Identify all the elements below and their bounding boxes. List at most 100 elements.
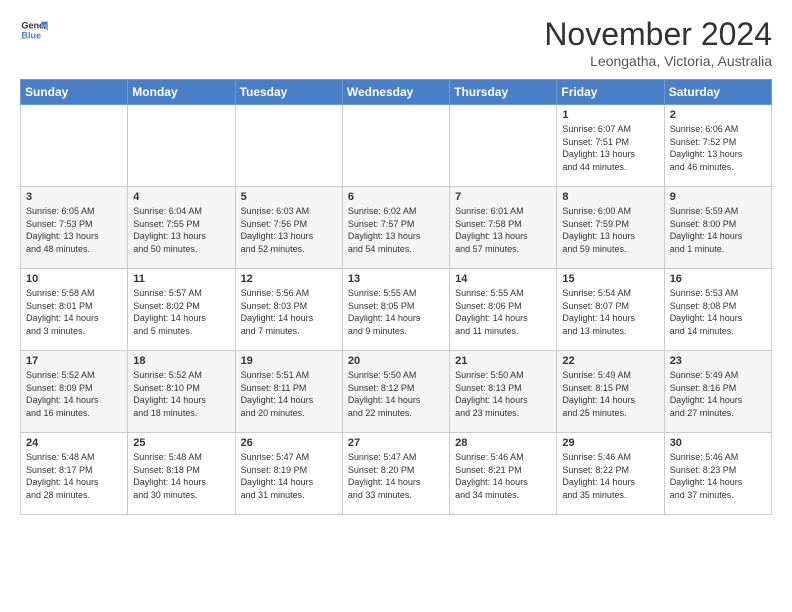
day-info: Sunrise: 5:58 AM Sunset: 8:01 PM Dayligh… xyxy=(26,287,122,337)
day-info: Sunrise: 5:47 AM Sunset: 8:19 PM Dayligh… xyxy=(241,451,337,501)
day-info: Sunrise: 5:51 AM Sunset: 8:11 PM Dayligh… xyxy=(241,369,337,419)
day-number: 12 xyxy=(241,273,337,285)
day-info: Sunrise: 5:52 AM Sunset: 8:09 PM Dayligh… xyxy=(26,369,122,419)
day-number: 24 xyxy=(26,437,122,449)
day-cell: 20 Sunrise: 5:50 AM Sunset: 8:12 PM Dayli… xyxy=(342,351,449,433)
day-info: Sunrise: 6:03 AM Sunset: 7:56 PM Dayligh… xyxy=(241,205,337,255)
day-number: 11 xyxy=(133,273,229,285)
day-cell: 15 Sunrise: 5:54 AM Sunset: 8:07 PM Dayli… xyxy=(557,269,664,351)
day-number: 21 xyxy=(455,355,551,367)
weekday-header-monday: Monday xyxy=(128,80,235,105)
day-cell: 4 Sunrise: 6:04 AM Sunset: 7:55 PM Daylig… xyxy=(128,187,235,269)
day-number: 1 xyxy=(562,109,658,121)
weekday-header-row: SundayMondayTuesdayWednesdayThursdayFrid… xyxy=(21,80,772,105)
day-number: 10 xyxy=(26,273,122,285)
day-number: 4 xyxy=(133,191,229,203)
day-cell: 7Sunrise: 6:01 AM Sunset: 7:58 PM Daylig… xyxy=(450,187,557,269)
day-number: 20 xyxy=(348,355,444,367)
day-number: 29 xyxy=(562,437,658,449)
weekday-header-wednesday: Wednesday xyxy=(342,80,449,105)
day-info: Sunrise: 5:55 AM Sunset: 8:06 PM Dayligh… xyxy=(455,287,551,337)
day-number: 18 xyxy=(133,355,229,367)
logo: General Blue xyxy=(20,16,48,44)
day-cell: 21 Sunrise: 5:50 AM Sunset: 8:13 PM Dayli… xyxy=(450,351,557,433)
day-number: 27 xyxy=(348,437,444,449)
day-cell: 16Sunrise: 5:53 AM Sunset: 8:08 PM Dayli… xyxy=(664,269,771,351)
day-info: Sunrise: 5:52 AM Sunset: 8:10 PM Dayligh… xyxy=(133,369,229,419)
day-cell: 23 Sunrise: 5:49 AM Sunset: 8:16 PM Dayli… xyxy=(664,351,771,433)
weekday-header-thursday: Thursday xyxy=(450,80,557,105)
day-info: Sunrise: 5:50 AM Sunset: 8:12 PM Dayligh… xyxy=(348,369,444,419)
day-number: 19 xyxy=(241,355,337,367)
day-cell: 17 Sunrise: 5:52 AM Sunset: 8:09 PM Dayli… xyxy=(21,351,128,433)
month-title: November 2024 xyxy=(544,16,772,53)
day-cell: 28Sunrise: 5:46 AM Sunset: 8:21 PM Dayli… xyxy=(450,433,557,515)
day-cell xyxy=(450,105,557,187)
day-info: Sunrise: 6:07 AM Sunset: 7:51 PM Dayligh… xyxy=(562,123,658,173)
day-number: 26 xyxy=(241,437,337,449)
day-number: 30 xyxy=(670,437,766,449)
title-block: November 2024 Leongatha, Victoria, Austr… xyxy=(544,16,772,69)
day-cell: 10 Sunrise: 5:58 AM Sunset: 8:01 PM Dayli… xyxy=(21,269,128,351)
week-row-0: 1 Sunrise: 6:07 AM Sunset: 7:51 PM Daylig… xyxy=(21,105,772,187)
week-row-4: 24 Sunrise: 5:48 AM Sunset: 8:17 PM Dayli… xyxy=(21,433,772,515)
header: General Blue November 2024 Leongatha, Vi… xyxy=(20,16,772,69)
day-info: Sunrise: 6:00 AM Sunset: 7:59 PM Dayligh… xyxy=(562,205,658,255)
weekday-header-sunday: Sunday xyxy=(21,80,128,105)
day-info: Sunrise: 5:49 AM Sunset: 8:16 PM Dayligh… xyxy=(670,369,766,419)
day-cell: 11 Sunrise: 5:57 AM Sunset: 8:02 PM Dayli… xyxy=(128,269,235,351)
day-cell: 13 Sunrise: 5:55 AM Sunset: 8:05 PM Dayli… xyxy=(342,269,449,351)
day-number: 3 xyxy=(26,191,122,203)
logo-icon: General Blue xyxy=(20,16,48,44)
day-number: 6 xyxy=(348,191,444,203)
day-info: Sunrise: 5:57 AM Sunset: 8:02 PM Dayligh… xyxy=(133,287,229,337)
day-info: Sunrise: 5:49 AM Sunset: 8:15 PM Dayligh… xyxy=(562,369,658,419)
day-info: Sunrise: 5:50 AM Sunset: 8:13 PM Dayligh… xyxy=(455,369,551,419)
weekday-header-saturday: Saturday xyxy=(664,80,771,105)
week-row-2: 10 Sunrise: 5:58 AM Sunset: 8:01 PM Dayli… xyxy=(21,269,772,351)
day-number: 22 xyxy=(562,355,658,367)
day-cell xyxy=(21,105,128,187)
day-info: Sunrise: 5:46 AM Sunset: 8:21 PM Dayligh… xyxy=(455,451,551,501)
day-info: Sunrise: 6:02 AM Sunset: 7:57 PM Dayligh… xyxy=(348,205,444,255)
calendar-page: General Blue November 2024 Leongatha, Vi… xyxy=(0,0,792,527)
day-cell: 9 Sunrise: 5:59 AM Sunset: 8:00 PM Daylig… xyxy=(664,187,771,269)
day-number: 9 xyxy=(670,191,766,203)
day-info: Sunrise: 5:55 AM Sunset: 8:05 PM Dayligh… xyxy=(348,287,444,337)
day-number: 23 xyxy=(670,355,766,367)
day-cell: 30 Sunrise: 5:46 AM Sunset: 8:23 PM Dayli… xyxy=(664,433,771,515)
day-number: 25 xyxy=(133,437,229,449)
day-cell: 29 Sunrise: 5:46 AM Sunset: 8:22 PM Dayli… xyxy=(557,433,664,515)
day-cell xyxy=(128,105,235,187)
day-info: Sunrise: 6:01 AM Sunset: 7:58 PM Dayligh… xyxy=(455,205,551,255)
day-info: Sunrise: 5:47 AM Sunset: 8:20 PM Dayligh… xyxy=(348,451,444,501)
day-number: 16 xyxy=(670,273,766,285)
day-cell: 25Sunrise: 5:48 AM Sunset: 8:18 PM Dayli… xyxy=(128,433,235,515)
day-cell: 3Sunrise: 6:05 AM Sunset: 7:53 PM Daylig… xyxy=(21,187,128,269)
day-info: Sunrise: 5:54 AM Sunset: 8:07 PM Dayligh… xyxy=(562,287,658,337)
day-number: 5 xyxy=(241,191,337,203)
location: Leongatha, Victoria, Australia xyxy=(544,53,772,69)
day-number: 13 xyxy=(348,273,444,285)
day-info: Sunrise: 5:46 AM Sunset: 8:22 PM Dayligh… xyxy=(562,451,658,501)
day-number: 15 xyxy=(562,273,658,285)
day-number: 17 xyxy=(26,355,122,367)
weekday-header-friday: Friday xyxy=(557,80,664,105)
day-number: 2 xyxy=(670,109,766,121)
day-info: Sunrise: 5:46 AM Sunset: 8:23 PM Dayligh… xyxy=(670,451,766,501)
day-cell: 2Sunrise: 6:06 AM Sunset: 7:52 PM Daylig… xyxy=(664,105,771,187)
svg-text:Blue: Blue xyxy=(21,30,41,40)
day-cell: 27 Sunrise: 5:47 AM Sunset: 8:20 PM Dayli… xyxy=(342,433,449,515)
day-cell: 24 Sunrise: 5:48 AM Sunset: 8:17 PM Dayli… xyxy=(21,433,128,515)
week-row-3: 17 Sunrise: 5:52 AM Sunset: 8:09 PM Dayli… xyxy=(21,351,772,433)
day-info: Sunrise: 5:59 AM Sunset: 8:00 PM Dayligh… xyxy=(670,205,766,255)
day-cell: 6 Sunrise: 6:02 AM Sunset: 7:57 PM Daylig… xyxy=(342,187,449,269)
day-cell xyxy=(342,105,449,187)
day-cell: 22 Sunrise: 5:49 AM Sunset: 8:15 PM Dayli… xyxy=(557,351,664,433)
day-cell: 12Sunrise: 5:56 AM Sunset: 8:03 PM Dayli… xyxy=(235,269,342,351)
day-cell: 1 Sunrise: 6:07 AM Sunset: 7:51 PM Daylig… xyxy=(557,105,664,187)
day-cell: 26 Sunrise: 5:47 AM Sunset: 8:19 PM Dayli… xyxy=(235,433,342,515)
day-info: Sunrise: 6:04 AM Sunset: 7:55 PM Dayligh… xyxy=(133,205,229,255)
day-cell xyxy=(235,105,342,187)
day-info: Sunrise: 5:48 AM Sunset: 8:17 PM Dayligh… xyxy=(26,451,122,501)
